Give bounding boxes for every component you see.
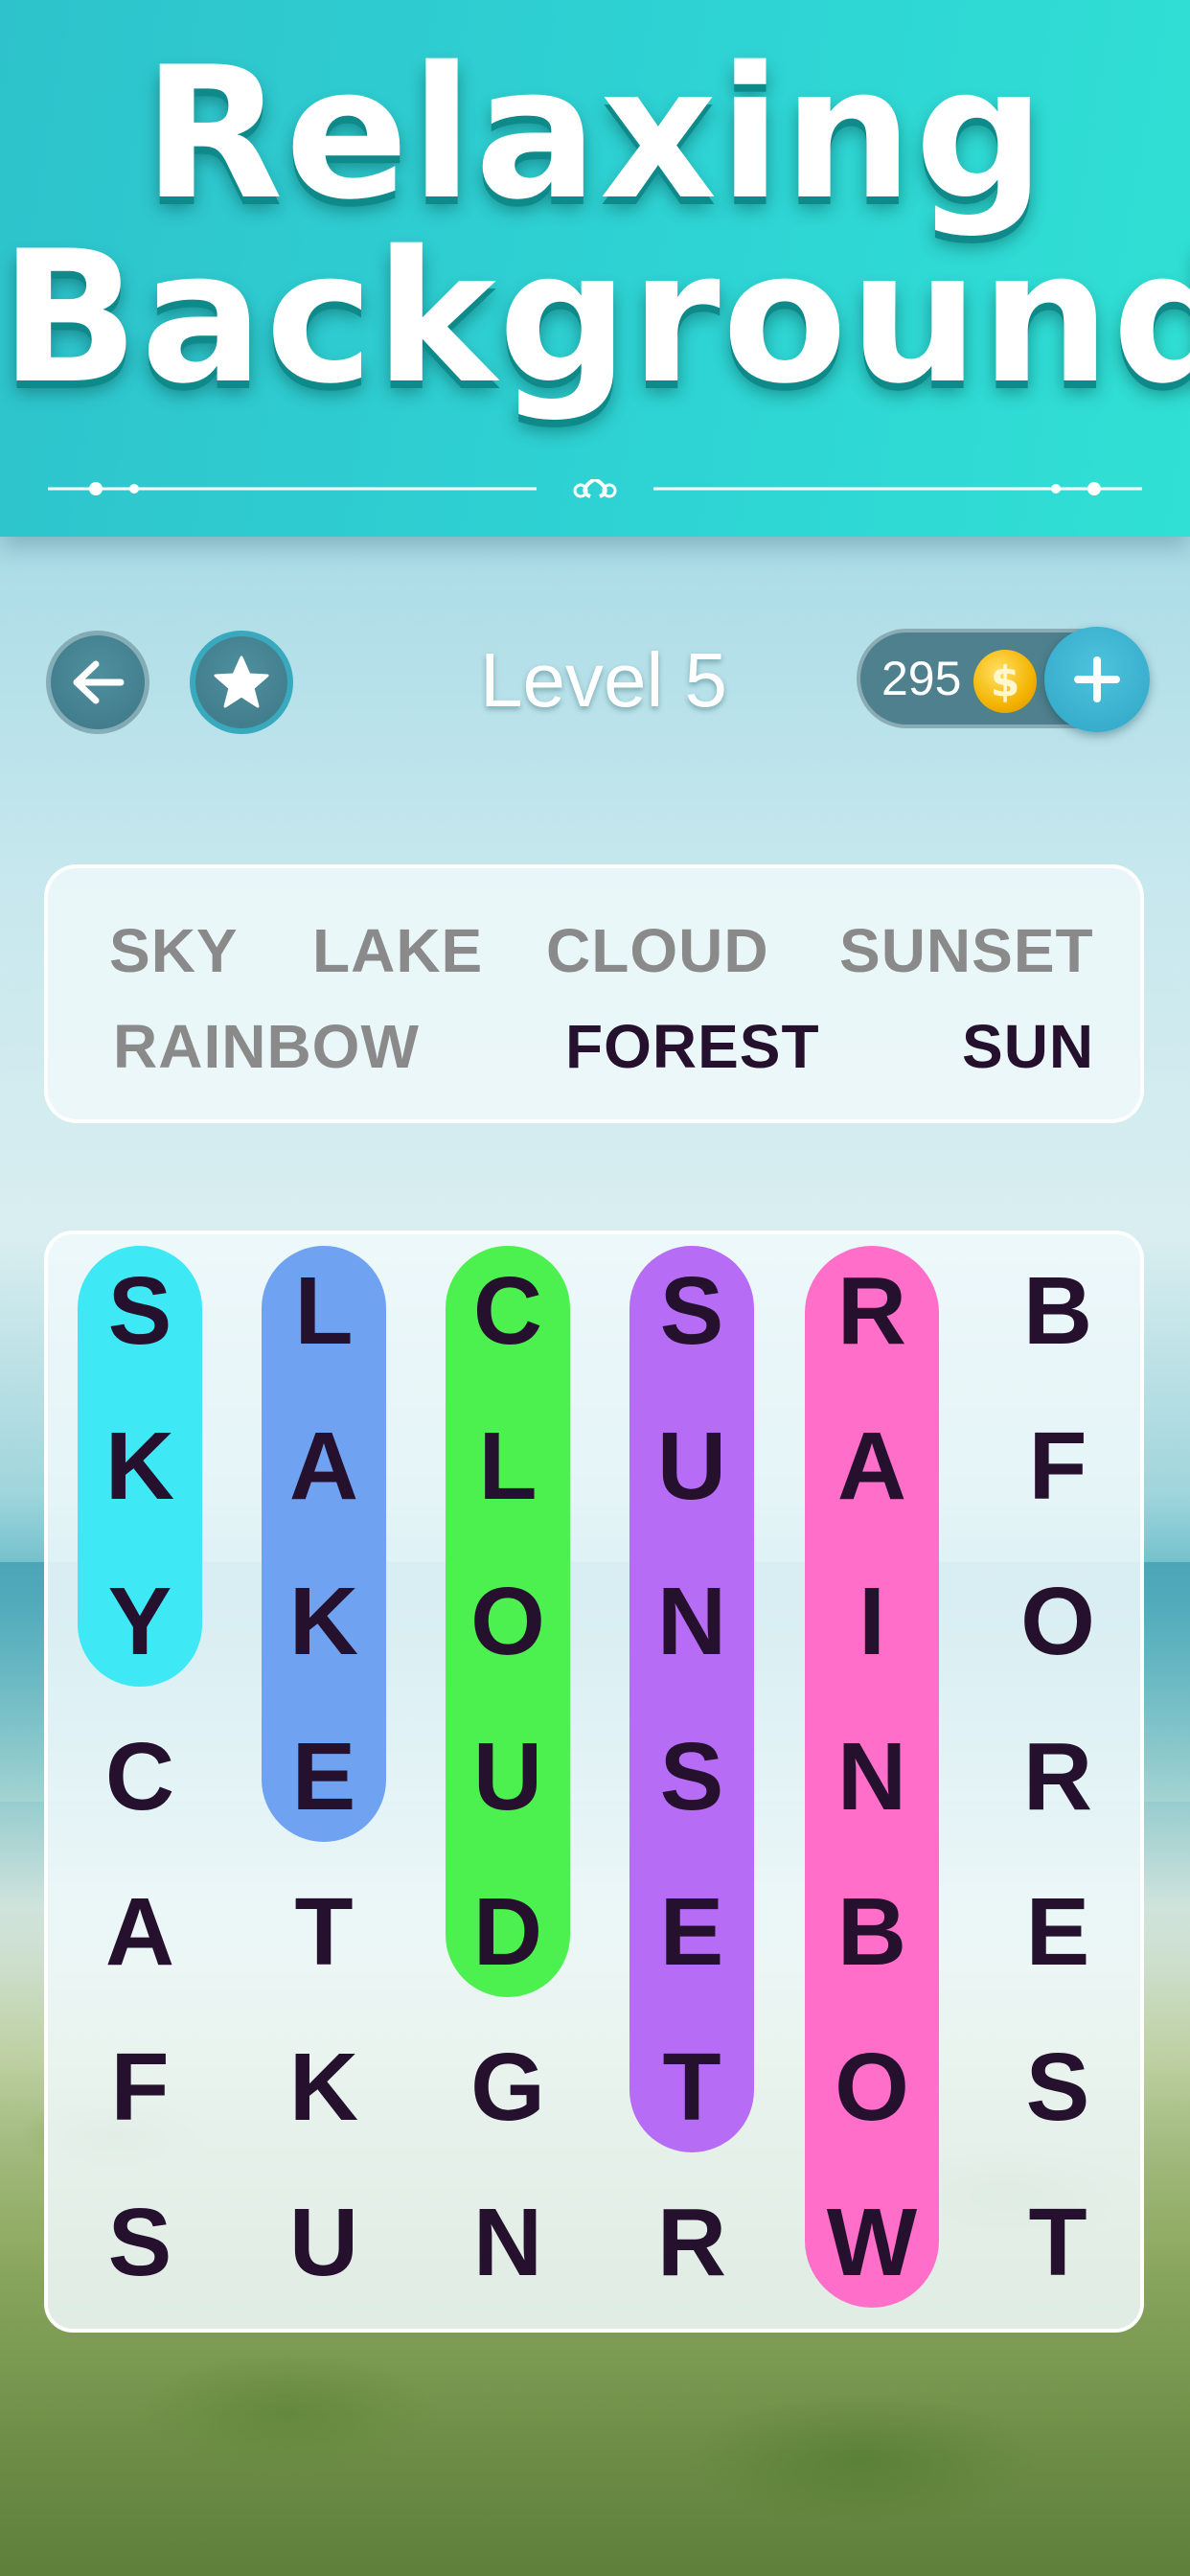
grid-cell[interactable]: R xyxy=(600,2166,784,2319)
grid-cell[interactable]: A xyxy=(232,1390,416,1543)
word-item: LAKE xyxy=(312,916,484,985)
grid-cell[interactable]: S xyxy=(48,1234,232,1388)
grid-cell[interactable]: B xyxy=(966,1234,1140,1388)
grid-cell[interactable]: A xyxy=(780,1390,964,1543)
coin-icon: $ xyxy=(973,650,1037,713)
plus-icon xyxy=(1074,656,1120,702)
grid-cell[interactable]: N xyxy=(780,1700,964,1853)
divider-ornament-icon xyxy=(48,479,1142,498)
level-title: Level 5 xyxy=(480,637,727,723)
grid-cell[interactable]: K xyxy=(232,2011,416,2164)
grid-cell[interactable]: W xyxy=(780,2166,964,2319)
favorite-button[interactable] xyxy=(190,631,293,734)
grid-cell[interactable]: L xyxy=(232,1234,416,1388)
grid-cell[interactable]: B xyxy=(780,1855,964,2009)
grid-cell[interactable]: N xyxy=(416,2166,600,2319)
back-button[interactable] xyxy=(46,631,149,734)
grid-cell[interactable]: U xyxy=(600,1390,784,1543)
grid-cell[interactable]: T xyxy=(232,1855,416,2009)
grid-cell[interactable]: L xyxy=(416,1390,600,1543)
grid-cell[interactable]: F xyxy=(48,2011,232,2164)
word-item: RAINBOW xyxy=(113,1012,420,1081)
grid-cell[interactable]: C xyxy=(48,1700,232,1853)
grid-cell[interactable]: S xyxy=(48,2166,232,2319)
grid-cell[interactable]: U xyxy=(232,2166,416,2319)
banner-title-line1: Relaxing xyxy=(143,28,1047,240)
coin-count: 295 xyxy=(881,652,962,705)
coin-balance: 295 $ xyxy=(857,627,1150,732)
grid-cell[interactable]: F xyxy=(966,1390,1140,1543)
grid-cell[interactable]: D xyxy=(416,1855,600,2009)
grid-cell[interactable]: N xyxy=(600,1545,784,1698)
grid-cell[interactable]: S xyxy=(600,1700,784,1853)
grid-cell[interactable]: T xyxy=(966,2166,1140,2319)
word-item: SUNSET xyxy=(839,916,1094,985)
arrow-left-icon xyxy=(73,660,125,704)
word-list-panel: SKY LAKE CLOUD SUNSET RAINBOW FOREST SUN xyxy=(44,864,1144,1123)
grid-cell[interactable]: O xyxy=(416,1545,600,1698)
grid-cell[interactable]: O xyxy=(780,2011,964,2164)
promo-banner: Relaxing Background xyxy=(0,0,1190,537)
grid-cell[interactable]: I xyxy=(780,1545,964,1698)
grid-cell[interactable]: A xyxy=(48,1855,232,2009)
grid-cell[interactable]: C xyxy=(416,1234,600,1388)
grid-cell[interactable]: K xyxy=(232,1545,416,1698)
add-coins-button[interactable] xyxy=(1044,627,1150,732)
letter-grid[interactable]: SLCSRBKALUAFYKONIOCEUSNRATDEBEFKGTOSSUNR… xyxy=(44,1230,1144,2333)
grid-cell[interactable]: U xyxy=(416,1700,600,1853)
star-icon xyxy=(214,656,269,708)
grid-cell[interactable]: S xyxy=(966,2011,1140,2164)
word-item: FOREST xyxy=(565,1012,820,1081)
grid-cell[interactable]: G xyxy=(416,2011,600,2164)
grid-cell[interactable]: S xyxy=(600,1234,784,1388)
banner-title-line2: Background xyxy=(0,212,1190,424)
grid-cell[interactable]: K xyxy=(48,1390,232,1543)
grid-cell[interactable]: T xyxy=(600,2011,784,2164)
word-item: SUN xyxy=(962,1012,1095,1081)
grid-cell[interactable]: E xyxy=(966,1855,1140,2009)
grid-cell[interactable]: E xyxy=(600,1855,784,2009)
word-item: SKY xyxy=(109,916,239,985)
grid-cell[interactable]: E xyxy=(232,1700,416,1853)
grid-cell[interactable]: R xyxy=(780,1234,964,1388)
grid-cell[interactable]: Y xyxy=(48,1545,232,1698)
grid-cell[interactable]: O xyxy=(966,1545,1140,1698)
word-item: CLOUD xyxy=(546,916,769,985)
grid-cell[interactable]: R xyxy=(966,1700,1140,1853)
